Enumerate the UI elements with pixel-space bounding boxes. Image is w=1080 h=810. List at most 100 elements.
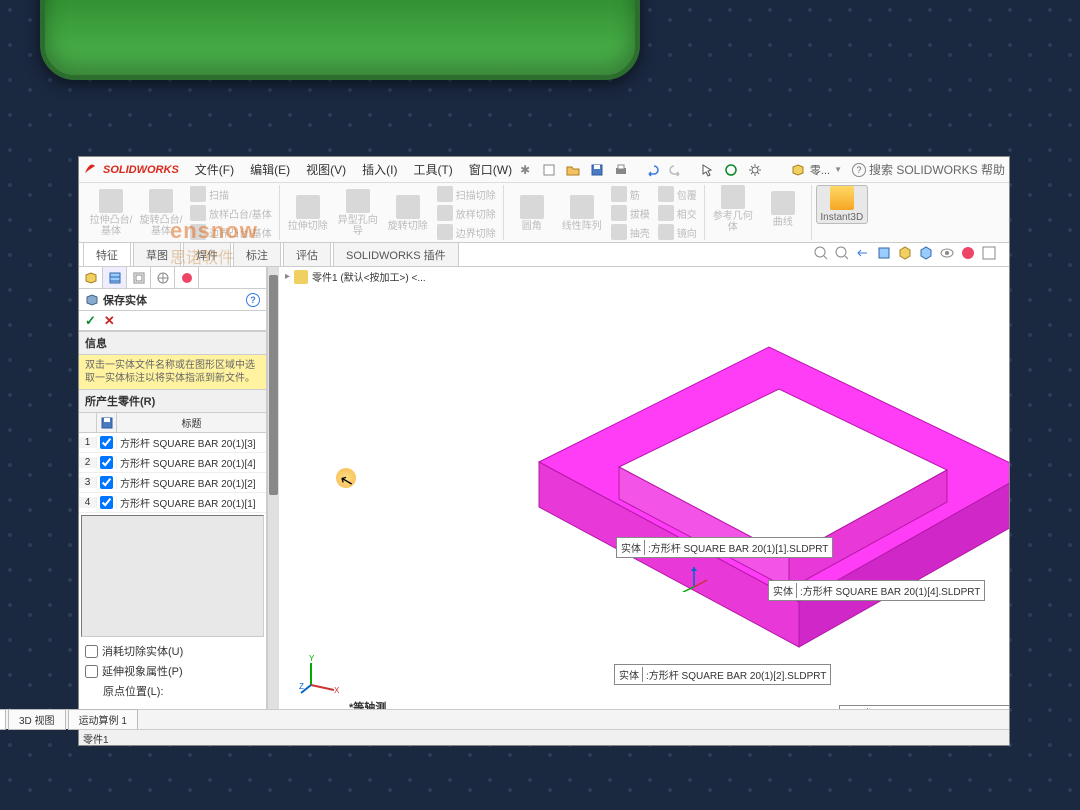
decorative-banner [40,0,640,80]
rib-button[interactable]: 筋 [608,185,653,203]
origin-triad-icon [679,562,709,592]
scene-icon[interactable] [981,245,999,263]
body-callout[interactable]: 实体:方形杆 SQUARE BAR 20(1)[2].SLDPRT [614,664,831,685]
bottom-tab-3dview[interactable]: 3D 视图 [8,709,66,730]
save-column-icon[interactable] [97,413,117,432]
sweep-cut-button[interactable]: 扫描切除 [434,185,499,203]
shell-button[interactable]: 抽壳 [608,223,653,241]
parts-row[interactable]: 3方形杆 SQUARE BAR 20(1)[2] [79,473,266,493]
part-type-icon[interactable] [789,161,807,179]
breadcrumb[interactable]: ▸ 零件1 (默认<按加工>) <... [285,269,426,284]
tab-addins[interactable]: SOLIDWORKS 插件 [333,242,459,266]
options-icon[interactable] [746,161,764,179]
print-icon[interactable] [612,161,630,179]
row-checkbox[interactable] [100,436,113,449]
row-name: 方形杆 SQUARE BAR 20(1)[2] [117,473,266,492]
fm-tab-property[interactable] [103,267,127,288]
view-triad-icon: Y X Z [299,655,339,695]
mirror-button[interactable]: 镜向 [655,223,700,241]
undo-icon[interactable] [643,161,661,179]
sweep-button[interactable]: 扫描 [187,185,275,203]
row-checkbox[interactable] [100,456,113,469]
prev-view-icon[interactable] [855,245,873,263]
menu-view[interactable]: 视图(V) [298,158,354,181]
help-icon: ? [852,163,866,177]
fillet-button[interactable]: 圆角 [508,185,556,241]
row-checkbox[interactable] [100,476,113,489]
extend-props-checkbox[interactable]: 延伸视象属性(P) [85,663,260,679]
panel-scrollbar[interactable] [267,267,279,745]
select-icon[interactable] [698,161,716,179]
svg-text:Y: Y [309,655,315,663]
appearance-icon[interactable] [960,245,978,263]
hole-wizard-button[interactable]: 异型孔向导 [334,185,382,241]
body-callout[interactable]: 实体:方形杆 SQUARE BAR 20(1)[4].SLDPRT [768,580,985,601]
part-type-label[interactable]: 零... [810,162,830,178]
menu-tools[interactable]: 工具(T) [405,158,460,181]
info-header: 信息 [79,331,266,355]
status-bar: 零件1 [79,729,1009,745]
redo-icon[interactable] [667,161,685,179]
origin-label: 原点位置(L): [85,683,260,699]
save-icon[interactable] [588,161,606,179]
menu-file[interactable]: 文件(F) [187,158,242,181]
extrude-boss-button[interactable]: 拉伸凸台/基体 [87,185,135,241]
intersect-button[interactable]: 相交 [655,204,700,222]
loft-cut-button[interactable]: 放样切除 [434,204,499,222]
search-help[interactable]: ? 搜索 SOLIDWORKS 帮助 [852,161,1005,178]
revolve-cut-button[interactable]: 旋转切除 [384,185,432,241]
new-icon[interactable] [540,161,558,179]
hide-show-icon[interactable] [939,245,957,263]
parts-row[interactable]: 4方形杆 SQUARE BAR 20(1)[1] [79,493,266,513]
row-name: 方形杆 SQUARE BAR 20(1)[1] [117,493,266,512]
menu-window[interactable]: 窗口(W) [461,158,520,181]
extrude-cut-button[interactable]: 拉伸切除 [284,185,332,241]
linear-pattern-button[interactable]: 线性阵列 [558,185,606,241]
parts-row[interactable]: 2方形杆 SQUARE BAR 20(1)[4] [79,453,266,473]
zoom-area-icon[interactable] [834,245,852,263]
open-icon[interactable] [564,161,582,179]
ok-button[interactable]: ✓ [85,313,96,329]
section-view-icon[interactable] [876,245,894,263]
tab-evaluate[interactable]: 评估 [283,242,331,266]
svg-text:X: X [334,686,339,695]
pm-confirm-bar: ✓ ✕ [79,311,266,331]
menu-bar: SOLIDWORKS 文件(F) 编辑(E) 视图(V) 插入(I) 工具(T)… [79,157,1009,183]
wrap-button[interactable]: 包覆 [655,185,700,203]
3d-model[interactable] [389,317,1009,697]
body-callout[interactable]: 实体:方形杆 SQUARE BAR 20(1)[1].SLDPRT [616,537,833,558]
watermark: ensnow [170,218,258,244]
fm-tab-tree[interactable] [79,267,103,288]
tab-features[interactable]: 特征 [83,242,131,266]
menu-edit[interactable]: 编辑(E) [242,158,298,181]
row-checkbox[interactable] [100,496,113,509]
property-manager: 保存实体 ? ✓ ✕ 信息 双击一实体文件名称或在图形区域中选取一实体标注以将实… [79,267,267,745]
parts-table-header: 标题 [79,413,266,433]
parts-list-empty [81,515,264,637]
pm-help-icon[interactable]: ? [246,293,260,307]
instant3d-button[interactable]: Instant3D [816,185,868,224]
zoom-fit-icon[interactable] [813,245,831,263]
fm-tab-appearance[interactable] [175,267,199,288]
boundary-cut-button[interactable]: 边界切除 [434,223,499,241]
rebuild-icon[interactable] [722,161,740,179]
fm-tab-config[interactable] [127,267,151,288]
view-orient-icon[interactable] [897,245,915,263]
bottom-tab-motion[interactable]: 运动算例 1 [68,709,138,730]
draft-button[interactable]: 拔模 [608,204,653,222]
graphics-area[interactable]: ▸ 零件1 (默认<按加工>) <... [279,267,1009,745]
cancel-button[interactable]: ✕ [104,313,115,329]
consume-checkbox[interactable]: 消耗切除实体(U) [85,643,260,659]
menu-insert[interactable]: 插入(I) [354,158,405,181]
pm-title: 保存实体 ? [79,289,266,311]
part-icon [294,270,308,284]
curves-button[interactable]: 曲线 [759,185,807,233]
parts-row[interactable]: 1方形杆 SQUARE BAR 20(1)[3] [79,433,266,453]
status-text: 零件1 [83,735,109,746]
heads-up-toolbar [813,245,999,263]
tab-annotate[interactable]: 标注 [233,242,281,266]
ref-geometry-button[interactable]: 参考几何体 [709,185,757,233]
display-style-icon[interactable] [918,245,936,263]
bottom-tab-model[interactable]: 模型 [0,709,6,730]
fm-tab-dim[interactable] [151,267,175,288]
